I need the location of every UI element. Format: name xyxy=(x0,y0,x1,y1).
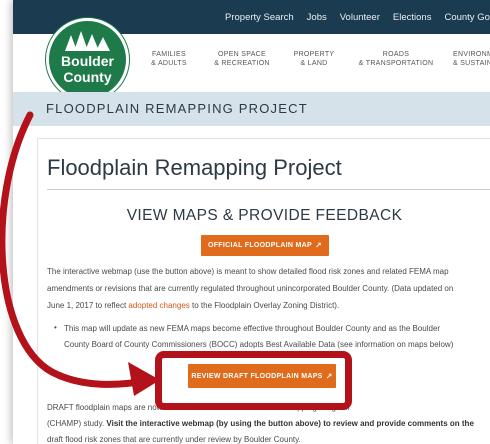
nav-label: & TRANSPORTATION xyxy=(358,60,434,67)
logo-text-line2: County xyxy=(63,69,112,85)
utility-link-property-search[interactable]: Property Search xyxy=(225,12,294,23)
section-title: VIEW MAPS & PROVIDE FEEDBACK xyxy=(126,207,403,224)
intro-line-2: amendments or revisions that are current… xyxy=(47,284,454,293)
nav-label: ENVIRONMENT xyxy=(453,51,490,58)
adopted-changes-link[interactable]: adopted changes xyxy=(128,301,189,310)
utility-link-jobs[interactable]: Jobs xyxy=(307,12,327,23)
intro-line-3: June 1, 2017 to reflect adopted changes … xyxy=(47,299,339,313)
highlight-box xyxy=(155,351,352,410)
draft-line-3: draft flood risk zones that are currentl… xyxy=(47,435,301,444)
nav-label: FAMILIES xyxy=(152,51,186,58)
utility-link-county-government[interactable]: County Government xyxy=(444,12,490,23)
external-link-icon: ↗ xyxy=(314,241,322,250)
nav-item-roads[interactable]: ROADS & TRANSPORTATION xyxy=(351,50,441,68)
official-floodplain-map-button[interactable]: OFFICIAL FLOODPLAIN MAP ↗ xyxy=(201,235,329,256)
nav-item-open-space[interactable]: OPEN SPACE & RECREATION xyxy=(205,50,279,68)
nav-label: ROADS xyxy=(382,51,410,58)
button-label: OFFICIAL FLOODPLAIN MAP xyxy=(207,242,312,249)
nav-label: & ADULTS xyxy=(151,60,187,67)
nav-label: & SUSTAINABILITY xyxy=(453,60,490,67)
bullet-dot: • xyxy=(54,323,57,332)
draft-line-2: (CHAMP) study. Visit the interactive web… xyxy=(47,417,474,431)
intro-text: to the Floodplain Overlay Zoning Distric… xyxy=(189,301,340,310)
utility-link-elections[interactable]: Elections xyxy=(393,12,432,23)
breadcrumb-band: FLOODPLAIN REMAPPING PROJECT xyxy=(13,92,490,126)
nav-label: OPEN SPACE xyxy=(218,51,266,58)
nav-label: PROPERTY xyxy=(293,51,335,58)
utility-links: Property Search Jobs Volunteer Elections… xyxy=(225,0,490,34)
utility-link-volunteer[interactable]: Volunteer xyxy=(340,12,380,23)
intro-line-1: The interactive webmap (use the button a… xyxy=(47,267,449,276)
trees-icon xyxy=(65,31,110,51)
bullet-line-1: This map will update as new FEMA maps be… xyxy=(64,324,441,333)
nav-item-property[interactable]: PROPERTY & LAND xyxy=(286,50,342,68)
intro-text: June 1, 2017 to reflect xyxy=(47,301,129,310)
page-title: Floodplain Remapping Project xyxy=(47,155,342,180)
draft-bold-text: Visit the interactive webmap (by using t… xyxy=(106,419,474,428)
nav-label: & RECREATION xyxy=(214,60,270,67)
logo-text-line1: Boulder xyxy=(61,53,114,69)
nav-item-families[interactable]: FAMILIES & ADULTS xyxy=(139,50,199,68)
draft-text: (CHAMP) study. xyxy=(47,419,107,428)
nav-label: & LAND xyxy=(300,60,328,67)
title-divider xyxy=(47,189,490,190)
bullet-line-2: County Board of County Commissioners (BO… xyxy=(64,340,454,349)
boulder-county-logo[interactable]: Boulder County xyxy=(46,18,129,101)
nav-item-environment[interactable]: ENVIRONMENT & SUSTAINABILITY xyxy=(453,50,490,68)
breadcrumb: FLOODPLAIN REMAPPING PROJECT xyxy=(46,101,308,116)
